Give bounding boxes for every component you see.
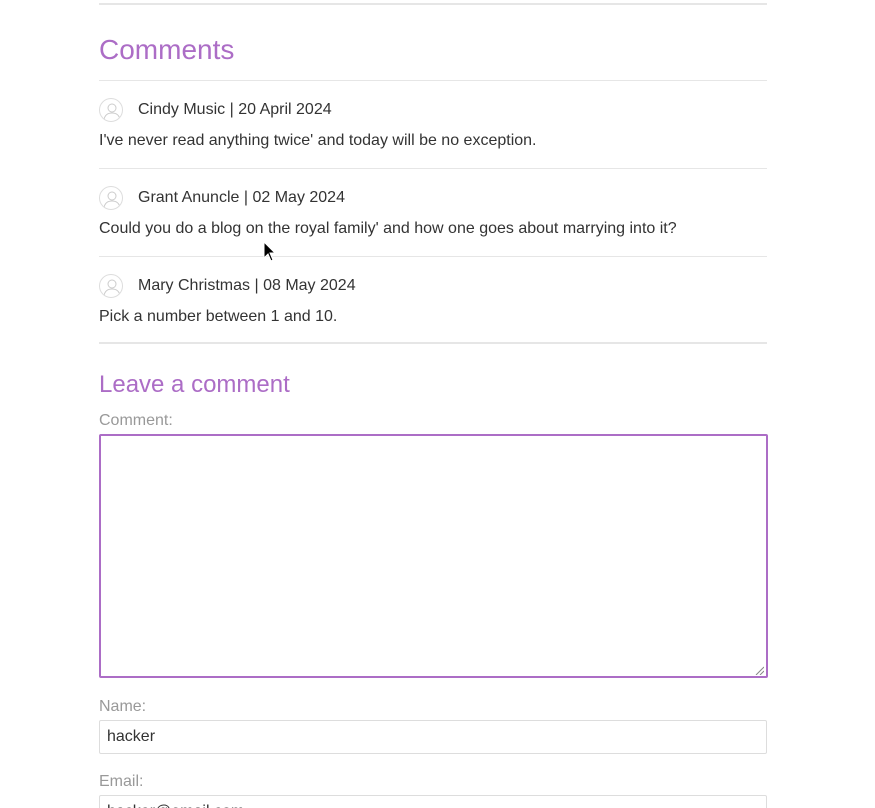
comment-header: Grant Anuncle | 02 May 2024 — [99, 184, 345, 212]
comment-author: Mary Christmas — [138, 277, 251, 294]
user-avatar-icon — [99, 98, 123, 122]
comment-item: Mary Christmas | 08 May 2024 Pick a numb… — [99, 256, 767, 343]
comment-text: Could you do a blog on the royal family'… — [99, 220, 677, 237]
email-label: Email: — [99, 773, 144, 790]
comment-item: Cindy Music | 20 April 2024 I've never r… — [99, 80, 767, 169]
meta-separator: | — [243, 189, 249, 206]
comment-author: Grant Anuncle — [138, 189, 240, 206]
comment-date: 02 May 2024 — [252, 189, 345, 206]
comment-item: Grant Anuncle | 02 May 2024 Could you do… — [99, 168, 767, 257]
name-label: Name: — [99, 698, 147, 715]
leave-comment-title: Leave a comment — [99, 371, 290, 398]
comment-header: Cindy Music | 20 April 2024 — [99, 96, 332, 124]
top-divider — [99, 3, 767, 5]
comment-text: I've never read anything twice' and toda… — [99, 132, 537, 149]
comment-date: 08 May 2024 — [263, 277, 356, 294]
comment-text: Pick a number between 1 and 10. — [99, 308, 338, 325]
comment-author: Cindy Music — [138, 101, 226, 118]
comment-header: Mary Christmas | 08 May 2024 — [99, 272, 356, 300]
meta-separator: | — [229, 101, 234, 118]
user-avatar-icon — [99, 186, 123, 210]
page: Comments Cindy Music | 20 April 2024 I'v… — [0, 0, 875, 808]
comment-meta: Cindy Music | 20 April 2024 — [138, 100, 332, 120]
user-avatar-icon — [99, 274, 123, 298]
comment-meta: Mary Christmas | 08 May 2024 — [138, 276, 356, 296]
section-divider — [99, 342, 767, 344]
name-input[interactable] — [99, 720, 767, 754]
comment-date: 20 April 2024 — [238, 101, 332, 118]
email-input[interactable] — [99, 795, 767, 808]
resize-grip-icon[interactable] — [754, 665, 764, 675]
comments-title: Comments — [99, 34, 235, 65]
comment-label: Comment: — [99, 412, 173, 429]
meta-separator: | — [254, 277, 259, 294]
comment-textarea[interactable] — [99, 434, 768, 678]
comment-meta: Grant Anuncle | 02 May 2024 — [138, 188, 345, 208]
